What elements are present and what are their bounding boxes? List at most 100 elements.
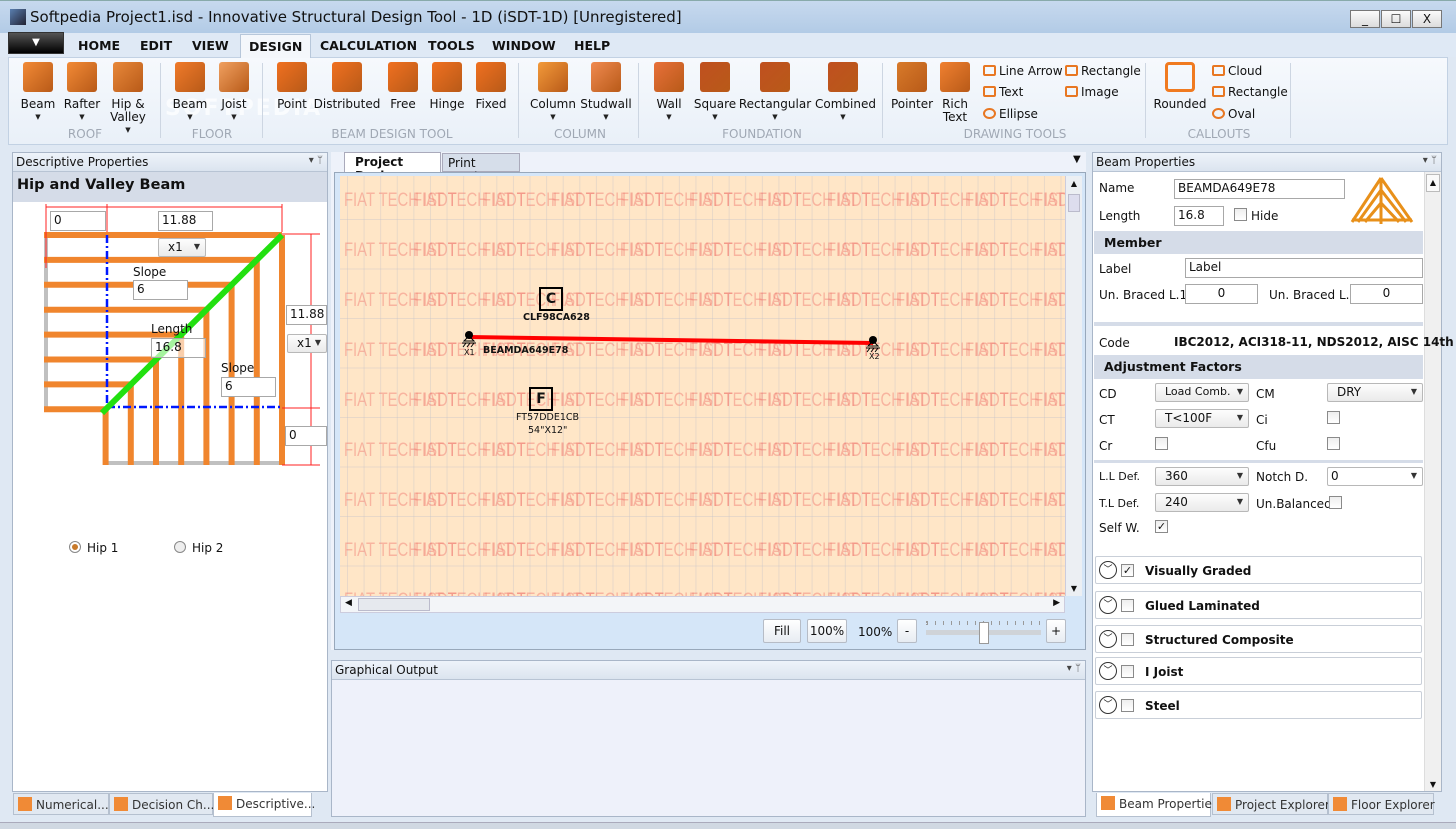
unbalanced-checkbox[interactable]	[1329, 496, 1342, 509]
scroll-down-icon[interactable]: ▼	[1066, 584, 1082, 593]
material-checkbox[interactable]	[1121, 633, 1134, 646]
cm-select[interactable]: DRY	[1327, 383, 1423, 402]
material-checkbox[interactable]	[1121, 699, 1134, 712]
maximize-button[interactable]: ☐	[1381, 10, 1411, 28]
ribbon-button-column[interactable]: Column ▼	[525, 62, 581, 124]
left-offset-input[interactable]: 0	[50, 211, 106, 231]
ribbon-button-joist[interactable]: Joist ▼	[206, 62, 262, 124]
properties-scrollbar[interactable]: ▲ ▼	[1424, 172, 1441, 791]
cfu-checkbox[interactable]	[1327, 437, 1340, 450]
dropdown-arrow-icon[interactable]: ▼	[525, 111, 581, 124]
scroll-left-icon[interactable]: ◀	[345, 598, 352, 608]
close-button[interactable]: X	[1412, 10, 1442, 28]
scroll-up-icon[interactable]: ▲	[1066, 179, 1082, 188]
bottom-offset-input[interactable]: 0	[285, 426, 327, 446]
chevron-down-icon[interactable]: ﹀	[1099, 630, 1117, 648]
zoom-100-button[interactable]: 100%	[807, 619, 847, 643]
scroll-up-icon[interactable]: ▲	[1426, 174, 1440, 192]
minimize-button[interactable]: _	[1350, 10, 1380, 28]
scroll-right-icon[interactable]: ▶	[1053, 598, 1060, 608]
radio-hip-2[interactable]	[174, 541, 186, 553]
right-multiplier-select[interactable]: x1	[287, 334, 327, 353]
expander-glued-laminated[interactable]: ﹀ Glued Laminated	[1095, 591, 1422, 619]
dropdown-arrow-icon[interactable]: ▼	[206, 111, 262, 124]
chevron-down-icon[interactable]: ﹀	[1099, 561, 1117, 579]
expander-i-joist[interactable]: ﹀ I Joist	[1095, 657, 1422, 685]
unbraced-l1-input[interactable]: 0	[1185, 284, 1258, 304]
ribbon-button-rounded[interactable]: Rounded	[1152, 62, 1208, 111]
tab-design[interactable]: DESIGN	[240, 34, 312, 58]
vertical-scrollbar[interactable]: ▲ ▼	[1065, 176, 1082, 596]
ribbon-button-oval[interactable]: Oval	[1212, 107, 1255, 121]
ribbon-button-image[interactable]: Image	[1065, 85, 1119, 99]
scroll-thumb[interactable]	[358, 598, 430, 611]
tab-window[interactable]: WINDOW	[484, 36, 564, 57]
ribbon-button-rectangle[interactable]: Rectangle	[1065, 64, 1141, 78]
dropdown-arrow-icon[interactable]: ▼	[733, 111, 817, 124]
tab-help[interactable]: HELP	[566, 36, 618, 57]
horizontal-scrollbar[interactable]: ◀ ▶	[340, 596, 1065, 613]
footing-node[interactable]: F	[529, 387, 553, 411]
top-multiplier-select[interactable]: x1	[158, 238, 206, 257]
ribbon-button-fixed[interactable]: Fixed	[463, 62, 519, 111]
name-input[interactable]: BEAMDA649E78	[1174, 179, 1345, 199]
zoom-slider[interactable]	[926, 618, 1041, 644]
ribbon-button-ellipse[interactable]: Ellipse	[983, 107, 1038, 121]
pin-icon[interactable]: ▾ ᛘ	[1423, 155, 1437, 166]
material-checkbox[interactable]	[1121, 665, 1134, 678]
tab-numerical[interactable]: Numerical...	[13, 793, 109, 815]
expander-steel[interactable]: ﹀ Steel	[1095, 691, 1422, 719]
tab-project-design[interactable]: Project Design	[344, 152, 441, 183]
unbraced-l2-input[interactable]: 0	[1350, 284, 1423, 304]
column-node[interactable]: C	[539, 287, 563, 311]
tab-print-preview[interactable]: Print Preview	[442, 153, 520, 184]
chevron-down-icon[interactable]: ﹀	[1099, 696, 1117, 714]
ribbon-button-studwall[interactable]: Studwall ▼	[578, 62, 634, 124]
dropdown-arrow-icon[interactable]: ▼	[578, 111, 634, 124]
cd-select[interactable]: Load Comb.	[1155, 383, 1249, 402]
self-weight-checkbox[interactable]: ✓	[1155, 520, 1168, 533]
scroll-thumb[interactable]	[1068, 194, 1080, 212]
ll-def-select[interactable]: 360	[1155, 467, 1249, 486]
chevron-down-icon[interactable]: ﹀	[1099, 596, 1117, 614]
tab-calculation[interactable]: CALCULATION	[312, 36, 425, 57]
tab-edit[interactable]: EDIT	[132, 36, 180, 57]
pin-icon[interactable]: ▾ ᛘ	[1067, 663, 1081, 674]
ribbon-button-rectangle[interactable]: Rectangle	[1212, 85, 1288, 99]
tab-home[interactable]: HOME	[70, 36, 128, 57]
dropdown-arrow-icon[interactable]: ▼	[815, 111, 871, 124]
tab-project-explorer[interactable]: Project Explorer	[1212, 793, 1330, 815]
material-checkbox[interactable]	[1121, 599, 1134, 612]
ci-checkbox[interactable]	[1327, 411, 1340, 424]
tab-decision-chart[interactable]: Decision Ch...	[109, 793, 214, 815]
hide-checkbox[interactable]	[1234, 208, 1247, 221]
ct-select[interactable]: T<100F	[1155, 409, 1249, 428]
tab-descriptive[interactable]: Descriptive...	[213, 793, 315, 817]
expander-structured-composite[interactable]: ﹀ Structured Composite	[1095, 625, 1422, 653]
top-width-input[interactable]: 11.88	[158, 211, 213, 231]
ribbon-button-combined[interactable]: Combined ▼	[815, 62, 876, 124]
fill-button[interactable]: Fill	[763, 619, 801, 643]
cr-checkbox[interactable]	[1155, 437, 1168, 450]
ribbon-button-rectangular[interactable]: Rectangular ▼	[733, 62, 817, 124]
tab-tools[interactable]: TOOLS	[420, 36, 483, 57]
ribbon-button-cloud[interactable]: Cloud	[1212, 64, 1262, 78]
zoom-in-button[interactable]: +	[1046, 619, 1066, 643]
tab-overflow-icon[interactable]: ▼	[1073, 154, 1081, 165]
length-input[interactable]: 16.8	[1174, 206, 1224, 226]
chevron-down-icon[interactable]: ﹀	[1099, 662, 1117, 680]
label-input[interactable]: Label	[1185, 258, 1423, 278]
material-checkbox[interactable]: ✓	[1121, 564, 1134, 577]
tl-def-select[interactable]: 240	[1155, 493, 1249, 512]
expander-visually-graded[interactable]: ﹀ ✓ Visually Graded	[1095, 556, 1422, 584]
length-input[interactable]: 16.8	[151, 338, 206, 358]
scroll-down-icon[interactable]: ▼	[1426, 780, 1440, 789]
notch-select[interactable]: 0	[1327, 467, 1423, 486]
tab-beam-properties[interactable]: Beam Properties	[1096, 793, 1218, 817]
ribbon-button-line-arrow[interactable]: Line Arrow	[983, 64, 1063, 78]
ribbon-button-text[interactable]: Text	[983, 85, 1023, 99]
design-canvas[interactable]: FIAT TECH ISDT FIAT TECH ISDT FIAT TECH IS…	[340, 176, 1065, 596]
slope-input-2[interactable]: 6	[221, 377, 276, 397]
radio-hip-1[interactable]	[69, 541, 81, 553]
tab-floor-explorer[interactable]: Floor Explorer	[1328, 793, 1435, 815]
